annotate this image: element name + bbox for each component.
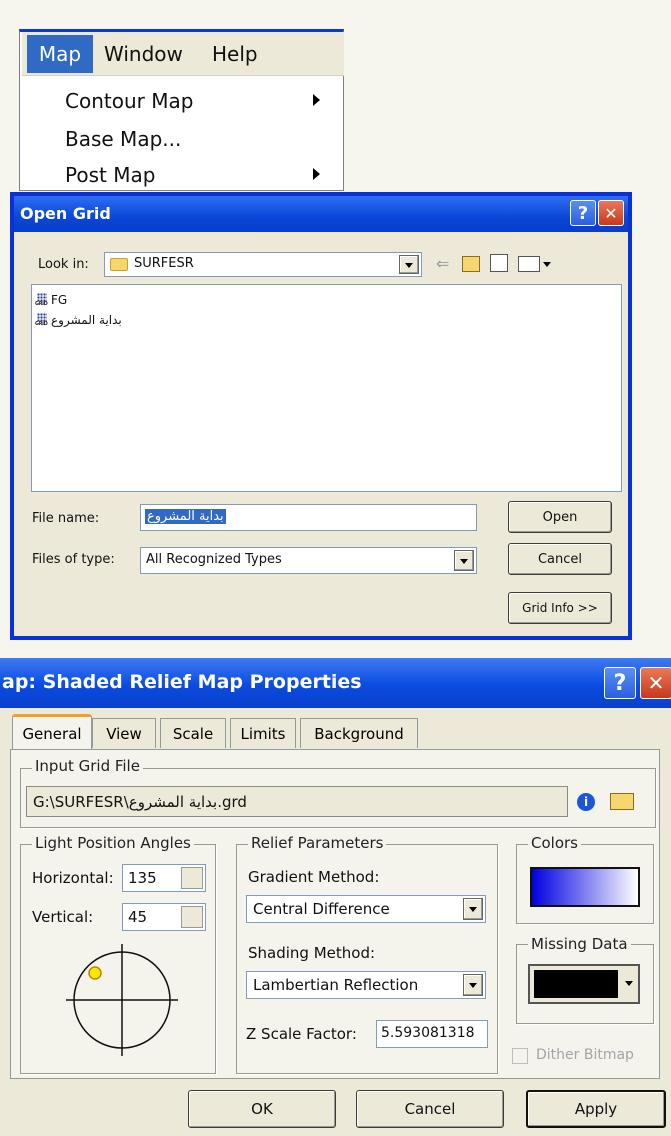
dialog-title: ap: Shaded Relief Map Properties <box>2 671 362 693</box>
dialog-title: Open Grid <box>20 204 111 223</box>
shading-method-value: Lambertian Reflection <box>253 976 419 994</box>
spinner-arrows-icon[interactable] <box>181 906 203 928</box>
gradient-method-combo[interactable]: Central Difference <box>246 895 486 923</box>
color-swatch <box>534 970 618 998</box>
menu-item-post-map[interactable]: Post Map <box>22 162 340 190</box>
horizontal-value: 135 <box>128 869 157 887</box>
apply-button[interactable]: Apply <box>526 1090 666 1128</box>
gradient-method-label: Gradient Method: <box>248 868 380 886</box>
open-grid-dialog: Open Grid ? ✕ Look in: SURFESR ⇐ FG بداي… <box>10 192 632 640</box>
vertical-spinner[interactable]: 45 <box>122 903 206 931</box>
chevron-down-icon[interactable] <box>454 550 474 571</box>
file-name-value: بداية المشروع <box>145 509 226 524</box>
file-name-input[interactable]: بداية المشروع <box>140 504 477 531</box>
grid-info-button[interactable]: Grid Info >> <box>508 592 612 624</box>
menu-item-contour-map[interactable]: Contour Map <box>22 88 340 118</box>
horizontal-spinner[interactable]: 135 <box>122 864 206 892</box>
look-in-label: Look in: <box>38 257 89 272</box>
help-button[interactable]: ? <box>570 200 596 226</box>
menu-item-label: Contour Map <box>65 89 194 113</box>
files-of-type-label: Files of type: <box>32 552 115 567</box>
ok-button[interactable]: OK <box>188 1090 336 1128</box>
cancel-button[interactable]: Cancel <box>356 1090 504 1128</box>
file-item[interactable]: FG <box>35 291 67 309</box>
z-scale-input[interactable]: 5.593081318 <box>376 1020 488 1048</box>
shading-method-combo[interactable]: Lambertian Reflection <box>246 971 486 999</box>
spinner-arrows-icon[interactable] <box>181 867 203 889</box>
file-item[interactable]: بداية المشروع <box>35 311 122 329</box>
folder-icon <box>110 258 128 271</box>
close-button[interactable]: ✕ <box>598 200 624 226</box>
missing-data-color-picker[interactable] <box>528 964 640 1004</box>
file-item-name: FG <box>51 293 68 307</box>
submenu-arrow-icon <box>313 94 320 106</box>
tab-scale[interactable]: Scale <box>160 718 226 748</box>
missing-data-label: Missing Data <box>528 935 631 953</box>
open-grid-titlebar: Open Grid ? ✕ <box>14 196 628 232</box>
close-button[interactable]: ✕ <box>640 667 671 699</box>
menu-item-base-map[interactable]: Base Map... <box>22 126 340 156</box>
tab-general[interactable]: General <box>12 714 92 750</box>
menu-window[interactable]: Window <box>104 35 196 73</box>
z-scale-label: Z Scale Factor: <box>246 1025 357 1043</box>
z-scale-value: 5.593081318 <box>381 1025 475 1041</box>
menu-item-label: Base Map... <box>65 127 182 151</box>
gradient-method-value: Central Difference <box>253 900 390 918</box>
files-of-type-value: All Recognized Types <box>146 552 282 567</box>
submenu-arrow-icon <box>313 168 320 180</box>
cancel-button[interactable]: Cancel <box>508 543 612 575</box>
tab-limits[interactable]: Limits <box>230 718 296 748</box>
grid-file-icon <box>35 313 49 327</box>
chevron-down-icon <box>625 981 633 986</box>
back-arrow-icon[interactable]: ⇐ <box>436 254 449 273</box>
menu-item-label: Post Map <box>65 163 156 187</box>
open-folder-icon[interactable] <box>610 793 634 810</box>
vertical-value: 45 <box>128 908 148 926</box>
files-of-type-combo[interactable]: All Recognized Types <box>140 547 477 574</box>
info-icon[interactable]: i <box>577 793 595 811</box>
sun-icon <box>88 966 102 980</box>
chevron-down-icon[interactable] <box>463 974 483 996</box>
input-grid-value: G:\SURFESR\بداية المشروع.grd <box>33 793 247 811</box>
color-gradient-button[interactable] <box>530 867 640 907</box>
horizontal-label: Horizontal: <box>32 869 114 887</box>
light-position-dial[interactable] <box>62 940 182 1060</box>
tab-background[interactable]: Background <box>300 718 418 748</box>
file-item-name: بداية المشروع <box>51 313 122 327</box>
vertical-label: Vertical: <box>32 908 94 926</box>
properties-dialog: ap: Shaded Relief Map Properties ? ✕ Gen… <box>0 658 671 1136</box>
dither-checkbox[interactable] <box>512 1048 528 1064</box>
colors-label: Colors <box>528 834 581 852</box>
new-folder-icon[interactable] <box>490 254 508 272</box>
menu-map[interactable]: Map <box>27 35 93 73</box>
view-menu-icon[interactable] <box>518 256 540 272</box>
up-folder-icon[interactable] <box>462 256 480 272</box>
properties-titlebar: ap: Shaded Relief Map Properties ? ✕ <box>0 658 671 708</box>
shading-method-label: Shading Method: <box>248 944 376 962</box>
dither-label: Dither Bitmap <box>536 1047 634 1063</box>
tab-view[interactable]: View <box>92 718 156 748</box>
menu-help[interactable]: Help <box>212 35 272 73</box>
chevron-down-icon[interactable] <box>463 898 483 920</box>
help-button[interactable]: ? <box>604 667 636 699</box>
relief-parameters-label: Relief Parameters <box>248 834 387 852</box>
input-grid-label: Input Grid File <box>32 757 143 775</box>
chevron-down-icon[interactable] <box>399 255 419 274</box>
chevron-down-icon[interactable] <box>543 262 551 267</box>
file-list: FG بداية المشروع <box>31 284 622 492</box>
look-in-combo[interactable]: SURFESR <box>104 252 422 277</box>
input-grid-field: G:\SURFESR\بداية المشروع.grd <box>26 786 568 817</box>
look-in-value: SURFESR <box>134 256 194 271</box>
grid-file-icon <box>35 293 49 307</box>
open-button[interactable]: Open <box>508 501 612 533</box>
file-name-label: File name: <box>32 511 100 526</box>
light-position-label: Light Position Angles <box>32 834 194 852</box>
menu-bar: Map Window Help <box>22 32 344 76</box>
